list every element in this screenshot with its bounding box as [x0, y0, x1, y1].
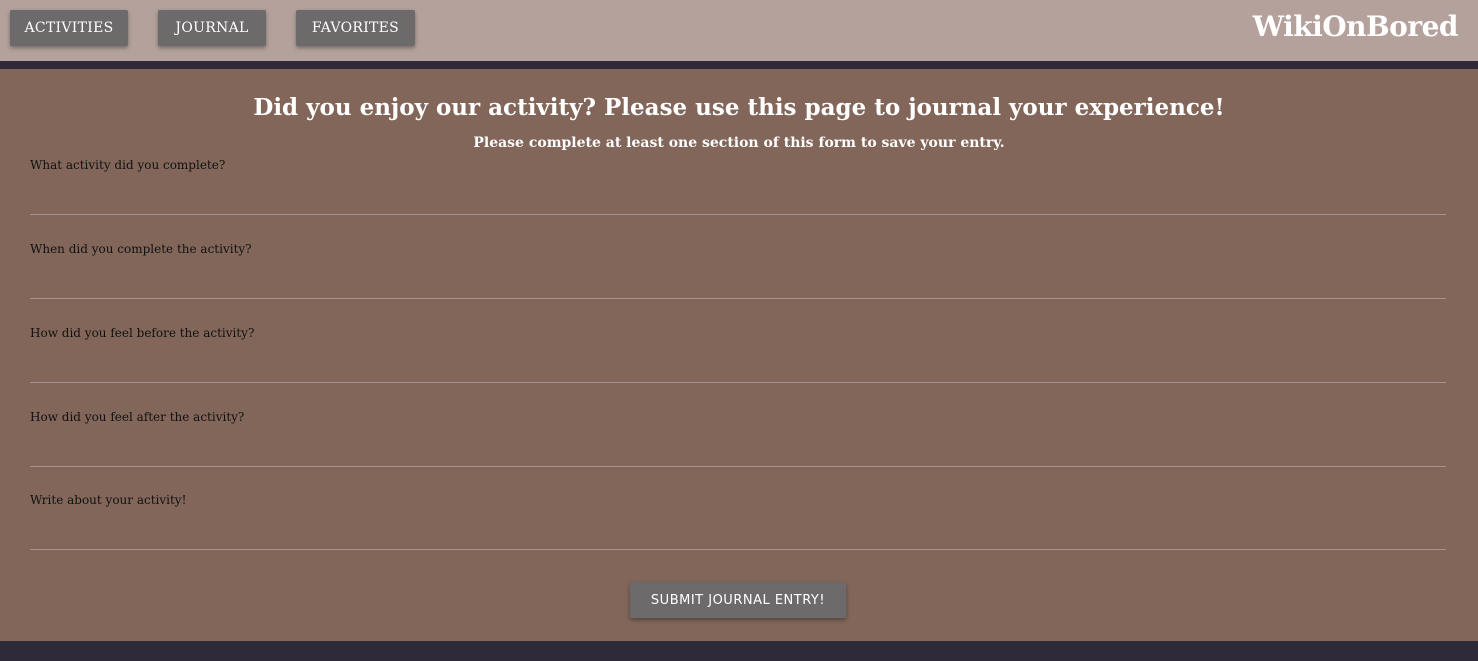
journal-page: Did you enjoy our activity? Please use t…: [0, 69, 1478, 641]
feeling-before-field-label: How did you feel before the activity?: [30, 326, 255, 340]
top-nav-bar: ACTIVITIES JOURNAL FAVORITES WikiOnBored: [0, 0, 1478, 61]
favorites-nav-button[interactable]: FAVORITES: [296, 10, 415, 46]
activity-field-label: What activity did you complete?: [30, 158, 226, 172]
footer-bar: [0, 641, 1478, 661]
activity-field: What activity did you complete?: [30, 157, 1446, 219]
activities-nav-button[interactable]: ACTIVITIES: [10, 10, 128, 46]
feeling-before-input[interactable]: [30, 345, 1446, 383]
submit-journal-entry-button[interactable]: SUBMIT JOURNAL ENTRY!: [630, 582, 846, 618]
feeling-after-input[interactable]: [30, 429, 1446, 467]
brand-logo-text[interactable]: WikiOnBored: [1253, 8, 1459, 46]
notes-field: Write about your activity!: [30, 492, 1446, 554]
date-field-label: When did you complete the activity?: [30, 242, 252, 256]
page-title: Did you enjoy our activity? Please use t…: [253, 94, 1225, 121]
feeling-before-field: How did you feel before the activity?: [30, 325, 1446, 387]
header-divider: [0, 61, 1478, 69]
notes-field-label: Write about your activity!: [30, 493, 187, 507]
date-field: When did you complete the activity?: [30, 241, 1446, 303]
journal-nav-button[interactable]: JOURNAL: [158, 10, 266, 46]
feeling-after-field-label: How did you feel after the activity?: [30, 410, 245, 424]
feeling-after-field: How did you feel after the activity?: [30, 409, 1446, 471]
date-input[interactable]: [30, 261, 1446, 299]
page-subtitle: Please complete at least one section of …: [473, 135, 1005, 151]
activity-input[interactable]: [30, 177, 1446, 215]
notes-input[interactable]: [30, 512, 1446, 550]
